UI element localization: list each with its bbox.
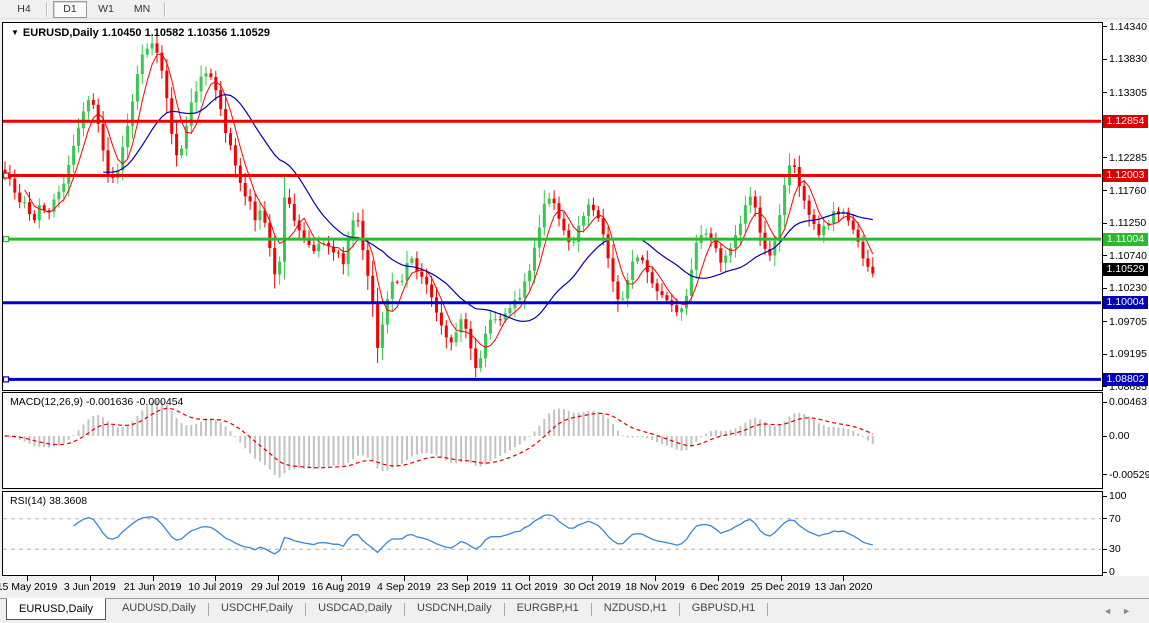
- price-axis-tick: [1103, 386, 1107, 387]
- price-axis-label: 1.10230: [1109, 282, 1147, 294]
- rsi-label: RSI(14) 38.3608: [10, 495, 87, 507]
- chart-tab-eurusd[interactable]: EURUSD,Daily: [6, 598, 106, 620]
- macd-signal-line: [5, 408, 873, 468]
- price-badge: 1.10529: [1103, 263, 1148, 276]
- rsi-axis-tick: [1103, 496, 1107, 497]
- date-axis[interactable]: 15 May 20193 Jun 201921 Jun 201910 Jul 2…: [0, 576, 1149, 598]
- date-axis-label: 13 Jan 2020: [808, 581, 878, 593]
- date-axis-label: 16 Aug 2019: [306, 581, 376, 593]
- rsi-axis-tick: [1103, 518, 1107, 519]
- rsi-axis-tick: [1103, 572, 1107, 573]
- chart-tab-usdchf[interactable]: USDCHF,Daily: [209, 599, 305, 618]
- price-axis-tick: [1103, 190, 1107, 191]
- timeframe-toolbar: H4 D1W1MN: [0, 0, 1149, 19]
- price-axis-label: 1.14340: [1109, 21, 1147, 33]
- date-axis-label: 30 Oct 2019: [557, 581, 627, 593]
- date-axis-label: 18 Nov 2019: [620, 581, 690, 593]
- price-chart-panel[interactable]: ▼ EURUSD,Daily 1.10450 1.10582 1.10356 1.…: [2, 22, 1103, 391]
- price-axis-tick: [1103, 92, 1107, 93]
- macd-axis-label: 0.00463: [1109, 396, 1147, 408]
- rsi-axis-label: 70: [1109, 513, 1121, 525]
- chart-symbol: EURUSD,Daily: [23, 27, 99, 39]
- date-axis-label: 23 Sep 2019: [432, 581, 502, 593]
- rsi-axis-label: 100: [1109, 490, 1127, 502]
- price-axis-tick: [1103, 223, 1107, 224]
- price-axis-tick: [1103, 288, 1107, 289]
- ma-slow-line: [103, 95, 873, 322]
- price-axis-tick: [1103, 59, 1107, 60]
- rsi-axis-tick: [1103, 549, 1107, 550]
- tab-scroll-arrows: ◄►: [1103, 606, 1141, 616]
- chart-tab-usdcad[interactable]: USDCAD,Daily: [306, 599, 404, 618]
- date-axis-label: 10 Jul 2019: [180, 581, 250, 593]
- date-axis-label: 11 Oct 2019: [494, 581, 564, 593]
- tab-separator: [767, 603, 768, 616]
- price-axis-label: 1.09705: [1109, 316, 1147, 328]
- date-axis-label: 15 May 2019: [0, 581, 62, 593]
- rsi-panel[interactable]: RSI(14) 38.3608: [2, 491, 1103, 576]
- tab-scroll-left-icon[interactable]: ◄: [1103, 606, 1122, 616]
- timeframe-button-w1[interactable]: W1: [89, 1, 123, 18]
- candlestick-chart[interactable]: [3, 23, 1102, 390]
- price-axis-tick: [1103, 321, 1107, 322]
- chart-tab-gbpusd[interactable]: GBPUSD,H1: [680, 599, 768, 618]
- price-axis[interactable]: 1.143401.138301.133051.127951.122851.117…: [1103, 22, 1149, 576]
- rsi-axis-label: 30: [1109, 543, 1121, 555]
- timeframe-button-mn[interactable]: MN: [125, 1, 159, 18]
- price-axis-label: 1.12285: [1109, 152, 1147, 164]
- price-badge: 1.08802: [1103, 373, 1148, 386]
- chart-title: ▼ EURUSD,Daily 1.10450 1.10582 1.10356 1.…: [11, 27, 270, 39]
- price-axis-tick: [1103, 157, 1107, 158]
- price-axis-label: 1.11760: [1109, 185, 1146, 197]
- chart-tab-nzdusd[interactable]: NZDUSD,H1: [592, 599, 679, 618]
- chart-tab-eurgbp[interactable]: EURGBP,H1: [505, 599, 591, 618]
- price-badge: 1.10004: [1103, 296, 1148, 309]
- price-axis-label: 1.13305: [1109, 87, 1147, 99]
- macd-axis-label: -0.005299: [1109, 469, 1149, 481]
- price-axis-tick: [1103, 26, 1107, 27]
- macd-axis-tick: [1103, 402, 1107, 403]
- chart-tab-usdcnh[interactable]: USDCNH,Daily: [405, 599, 504, 618]
- toolbar-separator: [46, 2, 48, 17]
- chart-tab-audusd[interactable]: AUDUSD,Daily: [110, 599, 208, 618]
- line-handle: [4, 377, 9, 382]
- price-badge: 1.12003: [1103, 169, 1148, 182]
- tab-scroll-right-icon[interactable]: ►: [1122, 606, 1141, 616]
- macd-axis-label: 0.00: [1109, 430, 1129, 442]
- price-axis-label: 1.09195: [1109, 348, 1147, 360]
- terminal-window: H4 D1W1MN ▼ EURUSD,Daily 1.10450 1.10582 1…: [0, 0, 1149, 623]
- line-handle: [4, 173, 9, 178]
- price-axis-tick: [1103, 354, 1107, 355]
- line-handle: [4, 237, 9, 242]
- price-axis-label: 1.13830: [1109, 53, 1147, 65]
- symbol-dropdown-icon[interactable]: ▼: [11, 28, 19, 37]
- date-axis-label: 3 Jun 2019: [55, 581, 125, 593]
- toolbar-separator: [164, 2, 166, 17]
- date-axis-label: 6 Dec 2019: [683, 581, 753, 593]
- price-axis-label: 1.11250: [1109, 217, 1146, 229]
- chart-ohlc: 1.10450 1.10582 1.10356 1.10529: [102, 27, 270, 39]
- date-axis-label: 29 Jul 2019: [243, 581, 313, 593]
- macd-axis-tick: [1103, 436, 1107, 437]
- timeframe-button-d1[interactable]: D1: [53, 1, 87, 18]
- price-axis-tick: [1103, 255, 1107, 256]
- date-axis-label: 4 Sep 2019: [369, 581, 439, 593]
- macd-axis-tick: [1103, 474, 1107, 475]
- price-badge: 1.11004: [1103, 233, 1148, 246]
- date-axis-label: 25 Dec 2019: [746, 581, 816, 593]
- price-badge: 1.12854: [1103, 115, 1148, 128]
- timeframe-button-h4[interactable]: H4: [7, 1, 41, 18]
- macd-label: MACD(12,26,9) -0.001636 -0.000454: [10, 396, 183, 408]
- price-axis-label: 1.10740: [1109, 250, 1147, 262]
- date-axis-label: 21 Jun 2019: [118, 581, 188, 593]
- rsi-chart[interactable]: [3, 492, 1102, 575]
- macd-panel[interactable]: MACD(12,26,9) -0.001636 -0.000454: [2, 392, 1103, 489]
- rsi-line: [74, 515, 873, 554]
- chart-tab-bar: EURUSD,DailyAUDUSD,DailyUSDCHF,DailyUSDC…: [0, 598, 1149, 623]
